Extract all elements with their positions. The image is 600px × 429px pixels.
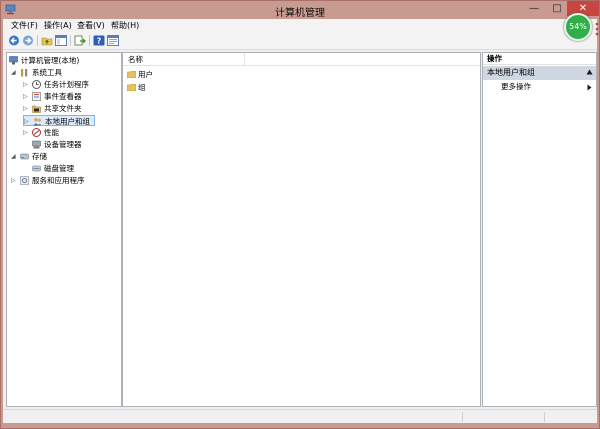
tree-label: 设备管理器 xyxy=(44,140,82,149)
actions-pane: 操作 本地用户和组 更多操作 xyxy=(482,52,597,407)
menu-help[interactable]: 帮助(H) xyxy=(111,20,139,31)
tree-label: 任务计划程序 xyxy=(44,80,89,89)
computer-management-icon xyxy=(9,56,18,65)
tools-icon xyxy=(21,69,28,77)
badge-indicator-icon xyxy=(595,22,599,36)
tree-label: 共享文件夹 xyxy=(44,104,82,113)
toolbar-separator xyxy=(37,35,38,46)
svg-text:?: ? xyxy=(97,37,102,46)
back-icon[interactable] xyxy=(8,35,20,46)
tree-label: 本地用户和组 xyxy=(45,117,90,126)
folder-icon xyxy=(127,84,136,91)
expand-arrow-icon[interactable]: ▷ xyxy=(23,103,28,114)
tree-node-event-viewer[interactable]: ▷ 事件查看器 xyxy=(23,91,118,102)
tree-label: 计算机管理(本地) xyxy=(21,56,80,65)
expand-arrow-icon[interactable]: ▷ xyxy=(23,127,28,138)
toolbar-separator xyxy=(70,35,71,46)
column-separator[interactable] xyxy=(244,53,245,66)
title-bar[interactable]: 计算机管理 — □ ✕ xyxy=(1,1,599,19)
menu-action[interactable]: 操作(A) xyxy=(44,20,72,31)
actions-section-local-users-groups[interactable]: 本地用户和组 xyxy=(483,66,596,80)
menu-bar: 文件(F) 操作(A) 查看(V) 帮助(H) xyxy=(3,19,597,32)
actions-header-label: 操作 xyxy=(487,54,502,63)
console-tree: 计算机管理(本地) ◢ 系统工具 ▷ 任务计划程序 ▷ 事件查看器 ▷ 共享文件… xyxy=(6,52,122,407)
actions-section-label: 本地用户和组 xyxy=(487,68,535,77)
clock-icon xyxy=(32,80,41,89)
menu-view[interactable]: 查看(V) xyxy=(77,20,105,31)
help-icon[interactable]: ? xyxy=(93,35,105,46)
result-pane: 名称 用户 组 xyxy=(122,52,481,407)
event-viewer-icon xyxy=(32,92,41,101)
window-title: 计算机管理 xyxy=(275,8,325,19)
list-item-label: 用户 xyxy=(138,70,153,79)
menu-file[interactable]: 文件(F) xyxy=(11,20,38,31)
main-content: 计算机管理(本地) ◢ 系统工具 ▷ 任务计划程序 ▷ 事件查看器 ▷ 共享文件… xyxy=(3,50,597,409)
tree-node-performance[interactable]: ▷ 性能 xyxy=(23,127,118,138)
tree-label: 服务和应用程序 xyxy=(32,176,85,185)
list-item-label: 组 xyxy=(138,83,146,92)
tree-node-services-apps[interactable]: ▷ 服务和应用程序 xyxy=(11,175,119,186)
folder-icon xyxy=(127,71,136,78)
tree-label: 事件查看器 xyxy=(44,92,82,101)
toolbar: ? xyxy=(3,32,597,50)
users-icon xyxy=(33,118,42,126)
storage-icon xyxy=(20,153,29,160)
tree-node-system-tools[interactable]: ◢ 系统工具 xyxy=(11,67,111,78)
status-separator xyxy=(462,412,463,422)
tree-node-device-manager[interactable]: 设备管理器 xyxy=(32,139,118,150)
column-header-label: 名称 xyxy=(128,55,143,64)
disk-icon xyxy=(32,165,41,172)
forward-icon[interactable] xyxy=(22,35,34,46)
tree-node-task-scheduler[interactable]: ▷ 任务计划程序 xyxy=(23,79,118,90)
status-separator xyxy=(544,412,545,422)
up-folder-icon[interactable] xyxy=(41,35,53,46)
toolbar-separator xyxy=(89,35,90,46)
more-actions-link[interactable]: 更多操作 xyxy=(501,82,531,92)
status-bar xyxy=(3,409,597,423)
tree-node-shared-folders[interactable]: ▷ 共享文件夹 xyxy=(23,103,118,114)
tree-label: 性能 xyxy=(44,128,59,137)
performance-icon xyxy=(32,128,41,137)
export-list-icon[interactable] xyxy=(74,35,86,46)
maximize-button[interactable]: □ xyxy=(546,1,568,16)
collapse-arrow-icon[interactable]: ◢ xyxy=(11,151,16,162)
expand-arrow-icon[interactable]: ▷ xyxy=(23,91,28,102)
expand-arrow-icon[interactable]: ▷ xyxy=(24,116,29,127)
cpu-usage-badge[interactable]: 54% xyxy=(564,13,592,41)
device-manager-icon xyxy=(32,140,41,149)
tree-label: 磁盘管理 xyxy=(44,164,74,173)
tree-node-root[interactable]: 计算机管理(本地) xyxy=(9,55,119,66)
column-header-name[interactable]: 名称 xyxy=(123,53,480,66)
properties-icon[interactable] xyxy=(107,35,119,46)
shared-folder-icon xyxy=(32,105,41,113)
actions-header: 操作 xyxy=(483,53,596,65)
expand-arrow-icon[interactable]: ▷ xyxy=(11,175,16,186)
collapse-arrow-icon[interactable]: ◢ xyxy=(11,67,16,78)
expand-arrow-icon[interactable]: ▷ xyxy=(23,79,28,90)
tree-label: 存储 xyxy=(32,152,47,161)
tree-label: 系统工具 xyxy=(32,68,62,77)
collapse-caret-icon[interactable] xyxy=(586,69,593,75)
tree-node-storage[interactable]: ◢ 存储 xyxy=(11,151,111,162)
computer-management-window: 计算机管理 — □ ✕ 文件(F) 操作(A) 查看(V) 帮助(H) ? 计算… xyxy=(0,0,600,429)
services-icon xyxy=(20,176,29,185)
tree-node-local-users-groups[interactable]: ▷ 本地用户和组 xyxy=(23,115,95,126)
minimize-button[interactable]: — xyxy=(523,1,545,16)
tree-node-disk-management[interactable]: 磁盘管理 xyxy=(32,163,118,174)
show-hide-tree-icon[interactable] xyxy=(55,35,67,46)
submenu-arrow-icon[interactable] xyxy=(587,84,592,91)
